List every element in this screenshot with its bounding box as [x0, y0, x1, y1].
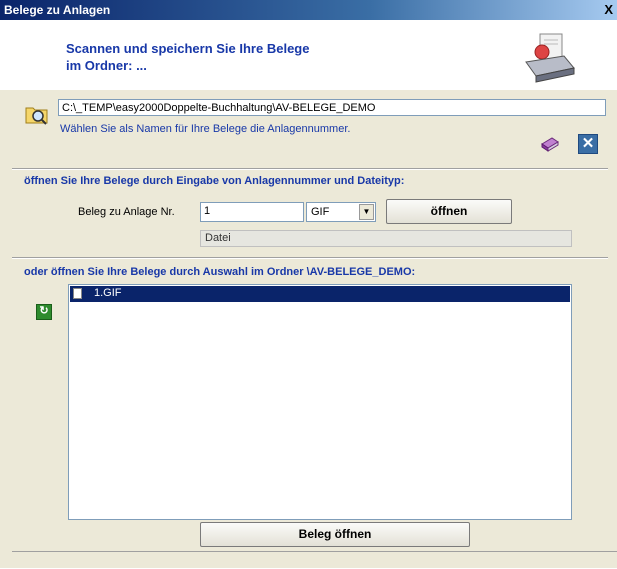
file-name: 1.GIF — [94, 287, 122, 299]
close-x-button[interactable]: ✕ — [578, 134, 598, 154]
title-bar: Belege zu Anlagen X — [0, 0, 617, 20]
file-type-select[interactable]: GIF ▼ — [306, 202, 376, 222]
document-icon — [73, 288, 82, 299]
asset-number-input[interactable]: 1 — [200, 202, 304, 222]
list-item[interactable]: 1.GIF — [70, 286, 570, 302]
folder-hint: Wählen Sie als Namen für Ihre Belege die… — [60, 123, 351, 135]
refresh-icon[interactable]: ↻ — [36, 304, 52, 320]
divider — [12, 168, 608, 170]
header-banner: Scannen und speichern Sie Ihre Belege im… — [0, 20, 617, 91]
header-line-2: im Ordner: ... — [66, 58, 147, 73]
file-name-field: Datei — [200, 230, 572, 247]
header-heading: Scannen und speichern Sie Ihre Belege im… — [66, 40, 309, 74]
section-open-by-number-heading: öffnen Sie Ihre Belege durch Eingabe von… — [24, 175, 405, 187]
dialog-body: C:\_TEMP\easy2000Doppelte-Buchhaltung\AV… — [0, 90, 617, 568]
file-type-value: GIF — [311, 206, 330, 218]
header-line-1: Scannen und speichern Sie Ihre Belege — [66, 41, 310, 56]
window-title: Belege zu Anlagen — [4, 3, 111, 17]
scanner-icon — [525, 33, 575, 83]
open-button[interactable]: öffnen — [386, 199, 512, 224]
open-document-button[interactable]: Beleg öffnen — [200, 522, 470, 547]
asset-number-label: Beleg zu Anlage Nr. — [78, 206, 175, 218]
status-bar — [12, 551, 617, 569]
divider — [12, 257, 608, 259]
window-close-button[interactable]: X — [604, 2, 613, 17]
folder-path-field[interactable]: C:\_TEMP\easy2000Doppelte-Buchhaltung\AV… — [58, 99, 606, 116]
file-list[interactable]: 1.GIF — [68, 284, 572, 520]
section-open-by-folder-heading: oder öffnen Sie Ihre Belege durch Auswah… — [24, 266, 416, 278]
book-icon[interactable] — [540, 134, 560, 152]
folder-search-icon[interactable] — [24, 102, 50, 126]
chevron-down-icon[interactable]: ▼ — [359, 204, 374, 220]
